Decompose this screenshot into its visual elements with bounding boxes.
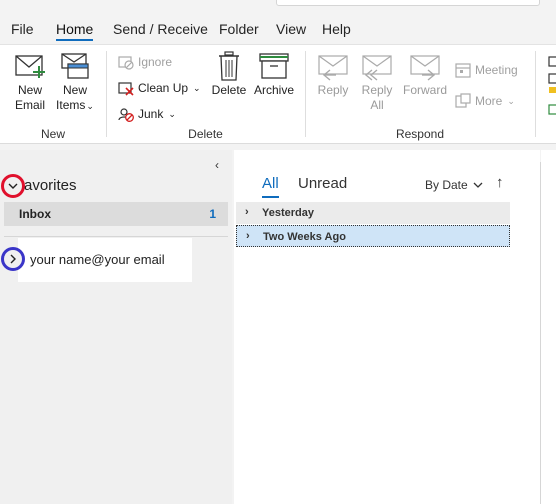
clean-up-button[interactable]: Clean Up ⌄ — [118, 80, 201, 96]
ribbon-divider — [305, 51, 306, 137]
group-label-delete: Delete — [188, 127, 223, 141]
account-label[interactable]: your name@your email — [30, 252, 165, 267]
clean-up-label: Clean Up — [138, 81, 189, 95]
forward-button[interactable]: Forward — [402, 51, 448, 98]
new-items-icon — [61, 53, 89, 79]
clean-up-icon — [118, 82, 134, 96]
inbox-label: Inbox — [19, 207, 51, 221]
message-list-pane: All Unread By Date ↑ › Yesterday › Two W… — [234, 150, 540, 504]
group-label-respond: Respond — [395, 127, 445, 141]
chevron-down-icon: ⌄ — [168, 108, 176, 119]
junk-icon — [118, 108, 134, 122]
chevron-right-icon — [10, 254, 16, 264]
meeting-label: Meeting — [475, 63, 518, 77]
more-icon — [455, 93, 471, 108]
tab-send-receive[interactable]: Send / Receive — [113, 21, 208, 37]
delete-button[interactable]: Delete — [210, 51, 248, 98]
group-label-new: New — [40, 127, 65, 141]
filter-all-tab[interactable]: All — [262, 175, 279, 198]
new-items-button[interactable]: New Items⌄ — [54, 51, 96, 114]
chevron-down-icon: ⌄ — [193, 82, 201, 93]
tab-file[interactable]: File — [11, 21, 34, 37]
sort-by-label: By Date — [425, 178, 468, 192]
chevron-down-icon — [473, 182, 483, 188]
forward-label: Forward — [402, 83, 447, 97]
new-email-label-1: New — [17, 83, 42, 97]
more-label: More — [475, 94, 503, 108]
chevron-right-icon: › — [246, 230, 250, 242]
new-items-label-2: Items⌄ — [56, 98, 94, 112]
folder-pane: ‹ avorites Inbox 1 your name@your email — [0, 150, 232, 504]
search-bar[interactable] — [276, 0, 540, 6]
favorites-expand-toggle[interactable] — [1, 174, 25, 198]
favorites-inbox-item[interactable]: Inbox 1 — [4, 202, 228, 226]
reading-pane-edge — [541, 150, 556, 504]
reply-label: Reply — [317, 83, 349, 97]
sort-by-dropdown[interactable]: By Date — [425, 178, 483, 192]
meeting-button[interactable]: Meeting — [455, 62, 518, 78]
filter-unread-tab[interactable]: Unread — [298, 175, 347, 192]
group-label: Yesterday — [262, 207, 314, 219]
archive-icon — [259, 53, 289, 79]
reply-button[interactable]: Reply — [314, 51, 352, 98]
reply-all-label-2: All — [370, 98, 384, 112]
group-header-two-weeks-ago[interactable]: › Two Weeks Ago — [236, 225, 510, 247]
group-label: Two Weeks Ago — [263, 231, 346, 243]
ignore-label: Ignore — [138, 55, 173, 69]
chevron-down-icon: ⌄ — [86, 101, 94, 111]
reply-icon — [318, 55, 348, 81]
junk-label: Junk — [138, 107, 164, 121]
new-email-button[interactable]: New Email — [10, 51, 50, 113]
new-email-label-2: Email — [14, 98, 45, 112]
pane-divider — [4, 236, 228, 237]
reply-all-label-1: Reply — [361, 83, 393, 97]
chevron-right-icon: › — [245, 206, 249, 218]
tab-folder[interactable]: Folder — [219, 21, 259, 37]
chevron-down-icon — [8, 183, 18, 189]
favorites-label[interactable]: avorites — [24, 177, 77, 194]
tab-view[interactable]: View — [276, 21, 306, 37]
ribbon-divider — [535, 51, 536, 137]
ignore-button[interactable]: Ignore — [118, 54, 172, 70]
more-button[interactable]: More ⌄ — [455, 93, 515, 109]
quick-steps-icon — [548, 56, 556, 115]
group-header-yesterday[interactable]: › Yesterday — [236, 202, 510, 224]
reply-all-icon — [362, 55, 392, 81]
new-items-label-1: New — [62, 83, 87, 97]
ribbon: New Email New Items⌄ New Ignore Clean Up… — [0, 44, 556, 144]
chevron-down-icon: ⌄ — [507, 95, 515, 106]
account-expand-toggle[interactable] — [1, 247, 25, 271]
new-email-icon — [15, 55, 45, 78]
calendar-icon — [455, 63, 471, 78]
next-group-partial[interactable] — [545, 55, 556, 131]
trash-icon — [219, 51, 239, 81]
tab-help[interactable]: Help — [322, 21, 351, 37]
unread-count-badge: 1 — [209, 207, 216, 221]
ribbon-divider — [106, 51, 107, 137]
delete-label: Delete — [211, 83, 247, 97]
ribbon-tabs: File Home Send / Receive Folder View Hel… — [0, 16, 556, 44]
archive-label: Archive — [253, 83, 294, 97]
main-area: ‹ avorites Inbox 1 your name@your email — [0, 150, 556, 504]
tab-home[interactable]: Home — [56, 21, 94, 41]
forward-icon — [410, 55, 440, 81]
title-strip — [0, 0, 556, 16]
ignore-icon — [118, 56, 134, 70]
collapse-pane-icon[interactable]: ‹ — [215, 158, 219, 172]
archive-button[interactable]: Archive — [252, 51, 296, 98]
sort-direction-arrow-icon[interactable]: ↑ — [496, 174, 504, 191]
outlook-window: File Home Send / Receive Folder View Hel… — [0, 0, 556, 504]
junk-button[interactable]: Junk ⌄ — [118, 106, 176, 122]
reply-all-button[interactable]: Reply All — [358, 51, 396, 113]
